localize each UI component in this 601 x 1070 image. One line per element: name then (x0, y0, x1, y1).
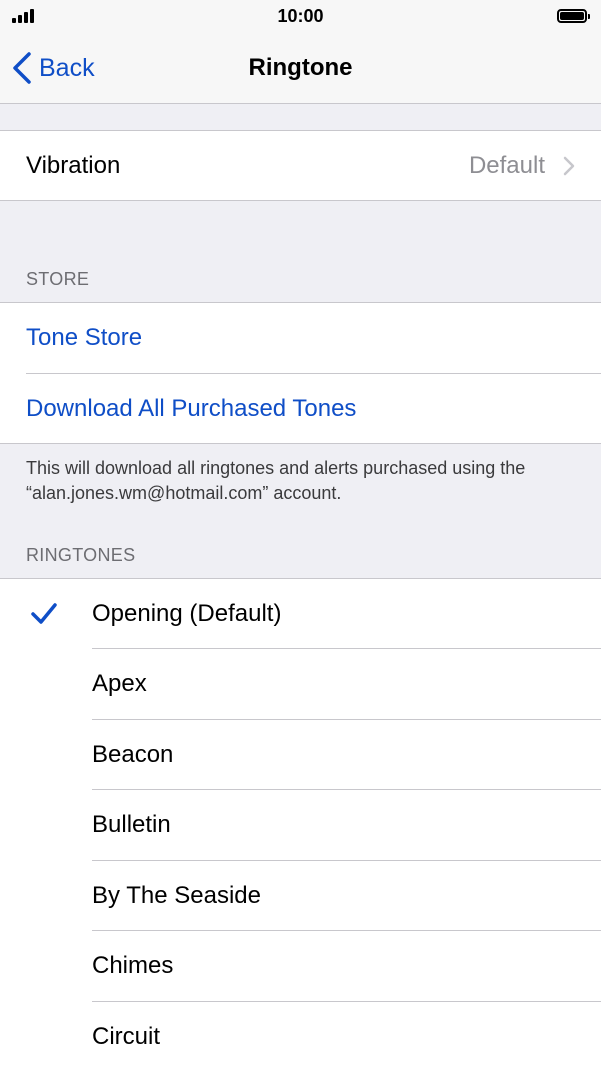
vibration-label: Vibration (26, 152, 121, 179)
divider (26, 373, 601, 374)
ringtone-item-opening[interactable]: Opening (Default) (0, 579, 601, 649)
vibration-value: Default (468, 152, 545, 179)
store-section-header: STORE (26, 269, 90, 289)
ringtone-label: Apex (92, 670, 147, 697)
ringtone-label: Circuit (92, 1023, 161, 1050)
download-all-purchased-tones-link[interactable]: Download All Purchased Tones (26, 395, 356, 423)
divider (0, 200, 601, 201)
ringtone-item-beacon[interactable]: Beacon (0, 720, 601, 790)
status-time: 10:00 (277, 6, 324, 26)
ringtone-item-circuit[interactable]: Circuit (0, 1002, 601, 1070)
chevron-right-icon (563, 156, 575, 176)
tone-store-link[interactable]: Tone Store (26, 324, 142, 352)
ringtone-label: By The Seaside (92, 882, 261, 909)
status-bar: 10:00 (0, 0, 601, 34)
checkmark-icon (31, 603, 57, 624)
ringtone-label: Bulletin (92, 811, 171, 838)
store-group: Tone Store Download All Purchased Tones (0, 303, 601, 443)
divider (0, 443, 601, 444)
page-title: Ringtone (248, 54, 353, 81)
ringtone-item-by-the-seaside[interactable]: By The Seaside (0, 861, 601, 931)
vibration-row[interactable]: Vibration Default (0, 131, 601, 200)
ringtone-list: Opening (Default) Apex Beacon Bulletin B… (0, 579, 601, 1070)
ringtones-section-header: RINGTONES (26, 545, 136, 565)
ringtone-label: Chimes (92, 952, 174, 979)
navigation-bar: Back Ringtone (0, 34, 601, 104)
ringtone-label: Beacon (92, 741, 174, 768)
ringtone-item-bulletin[interactable]: Bulletin (0, 790, 601, 860)
ringtone-item-apex[interactable]: Apex (0, 649, 601, 719)
ringtone-label: Opening (Default) (92, 600, 282, 627)
battery-icon (557, 9, 590, 23)
store-footer-note: This will download all ringtones and ale… (26, 458, 526, 503)
ringtone-item-chimes[interactable]: Chimes (0, 931, 601, 1001)
